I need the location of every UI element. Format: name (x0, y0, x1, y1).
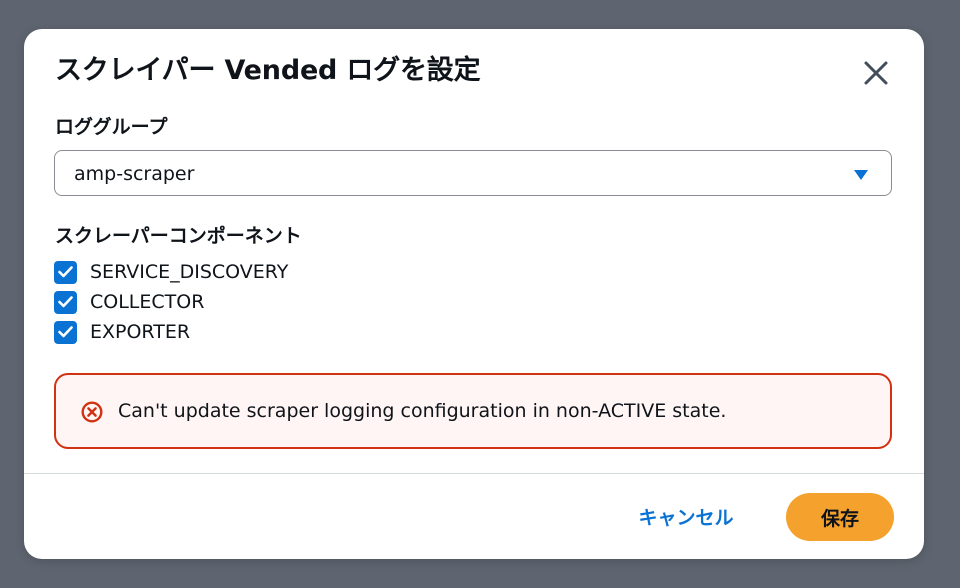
footer-divider (24, 473, 924, 474)
cancel-button[interactable]: キャンセル (621, 492, 751, 540)
caret-down-icon (854, 170, 868, 180)
configure-logs-modal: スクレイパー Vended ログを設定 ロググループ amp-scraper ス… (24, 29, 924, 559)
error-alert: Can't update scraper logging configurati… (54, 373, 892, 449)
scraper-components-label: スクレーパーコンポーネント (55, 225, 302, 247)
checkbox-label: SERVICE_DISCOVERY (90, 261, 289, 283)
checkbox-label: COLLECTOR (90, 291, 205, 313)
checkmark-icon (58, 326, 73, 338)
log-group-selected-value: amp-scraper (74, 163, 195, 185)
checkbox-label: EXPORTER (90, 321, 191, 343)
log-group-select[interactable]: amp-scraper (54, 150, 892, 196)
save-button[interactable]: 保存 (786, 493, 894, 541)
checkbox-service-discovery[interactable]: SERVICE_DISCOVERY (54, 258, 288, 286)
checkmark-icon (58, 296, 73, 308)
checkbox-checked[interactable] (54, 290, 77, 314)
checkbox-collector[interactable]: COLLECTOR (54, 288, 204, 316)
checkbox-checked[interactable] (54, 320, 77, 344)
modal-title: スクレイパー Vended ログを設定 (55, 55, 481, 86)
error-message: Can't update scraper logging configurati… (118, 400, 727, 422)
error-icon (81, 401, 103, 423)
close-button[interactable] (856, 53, 896, 93)
log-group-label: ロググループ (55, 116, 168, 138)
checkmark-icon (58, 266, 73, 278)
checkbox-exporter[interactable]: EXPORTER (54, 318, 190, 346)
close-icon (864, 61, 888, 85)
checkbox-checked[interactable] (54, 260, 77, 284)
